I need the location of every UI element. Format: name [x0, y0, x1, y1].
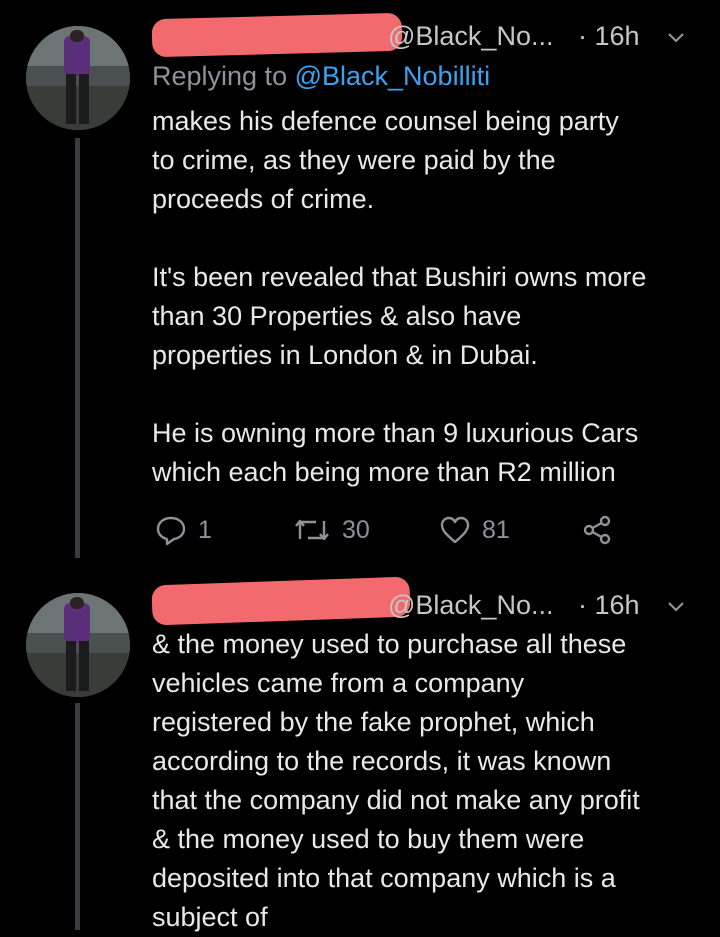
share-button[interactable] [580, 510, 614, 550]
thread-line [75, 703, 80, 930]
user-handle[interactable]: @Black_No... [388, 587, 553, 623]
avatar-photo [26, 26, 130, 130]
tweet-1[interactable]: @Black_No... · 16h Replying to @Black_No… [0, 0, 720, 560]
chevron-down-icon[interactable] [666, 597, 686, 617]
retweet-icon [295, 519, 329, 541]
user-handle[interactable]: @Black_No... [388, 18, 553, 54]
tweet-text: & the money used to purchase all these v… [152, 629, 640, 932]
heart-icon [440, 516, 470, 544]
tweet-header: @Black_No... · 16h [151, 12, 700, 58]
avatar-photo [26, 593, 130, 697]
tweet-time[interactable]: · 16h [578, 587, 640, 623]
reply-count: 1 [198, 515, 212, 544]
like-count: 81 [482, 515, 510, 544]
share-icon [583, 515, 611, 545]
like-button[interactable]: 81 [438, 510, 510, 550]
thread-line [75, 138, 80, 558]
avatar[interactable] [26, 593, 130, 697]
tweet-actions: 1 30 81 [152, 510, 632, 550]
retweet-button[interactable]: 30 [292, 510, 370, 550]
replying-to: Replying to @Black_Nobilliti [152, 58, 490, 94]
tweet-time[interactable]: · 16h [578, 18, 640, 54]
avatar[interactable] [26, 26, 130, 130]
chevron-down-icon[interactable] [666, 28, 686, 48]
tweet-text: makes his defence counsel being party to… [152, 106, 647, 487]
retweet-count: 30 [342, 515, 370, 544]
reply-button[interactable]: 1 [154, 510, 212, 550]
redacted-name [151, 12, 403, 58]
tweet-2[interactable]: @Black_No... · 16h & the money used to p… [0, 575, 720, 932]
redacted-name [151, 576, 411, 626]
replying-to-label: Replying to [152, 61, 295, 91]
reply-mention-link[interactable]: @Black_Nobilliti [295, 61, 490, 91]
reply-icon [156, 516, 186, 546]
tweet-header: @Black_No... · 16h [151, 576, 700, 626]
